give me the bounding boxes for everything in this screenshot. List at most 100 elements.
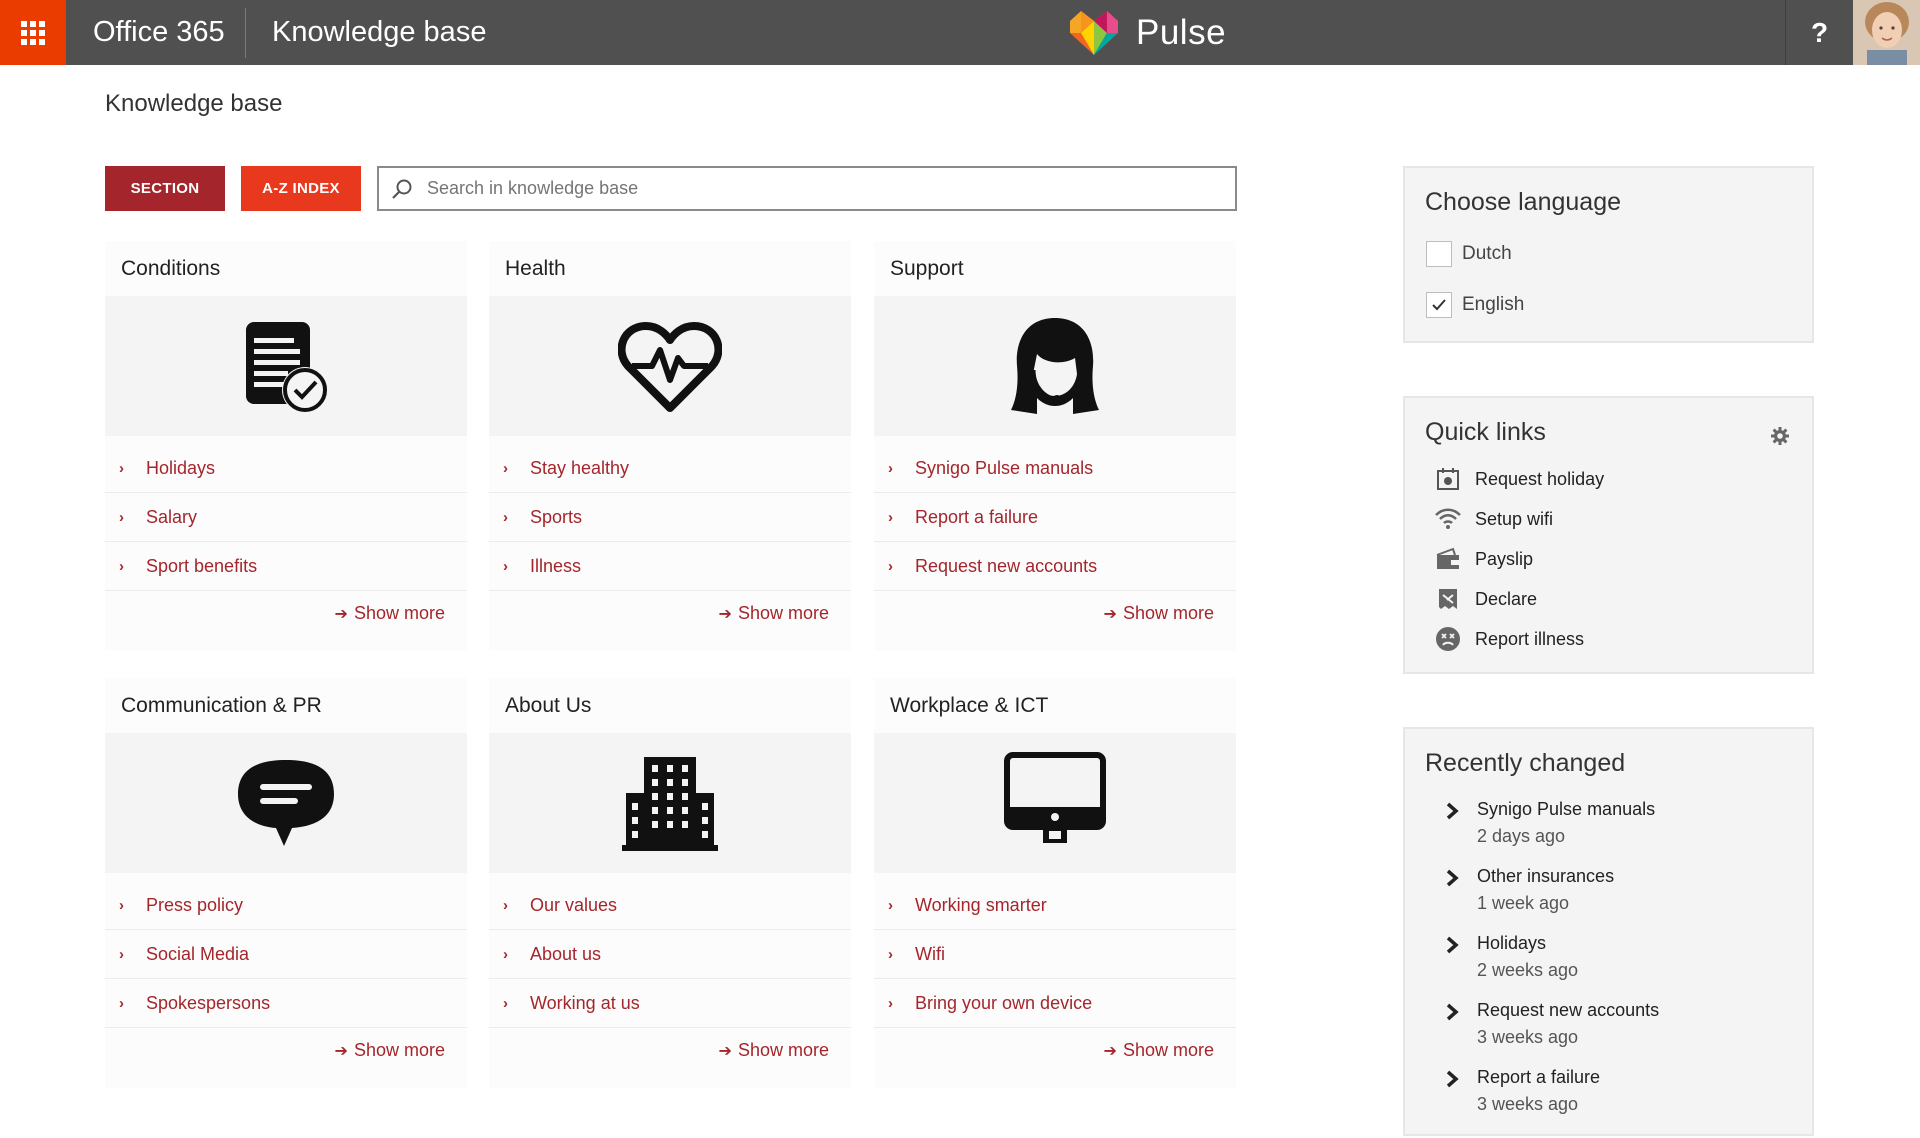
language-option-dutch[interactable]: Dutch <box>1426 241 1512 267</box>
card-communication: Communication & PR › Press policy › Soci… <box>105 678 467 1088</box>
header-divider <box>245 8 246 58</box>
app-launcher-button[interactable] <box>0 0 66 65</box>
language-label: English <box>1462 294 1525 315</box>
receipt-icon <box>1435 586 1461 612</box>
help-button[interactable]: ? <box>1786 0 1853 65</box>
card-link-label: Request new accounts <box>915 555 1098 576</box>
quick-link-setup-wifi[interactable]: Setup wifi <box>1435 506 1553 532</box>
checkmark-icon <box>1432 299 1446 311</box>
card-link[interactable]: › Spokespersons <box>105 979 467 1028</box>
card-link[interactable]: › Social Media <box>105 930 467 979</box>
card-link-label: Report a failure <box>915 506 1039 527</box>
panel-title: Recently changed <box>1425 749 1626 777</box>
quick-link-report-illness[interactable]: Report illness <box>1435 626 1584 652</box>
card-link[interactable]: › Synigo Pulse manuals <box>874 444 1236 493</box>
calendar-icon <box>1435 466 1461 492</box>
card-image <box>105 733 467 873</box>
wifi-icon <box>1435 506 1461 532</box>
recent-item-time: 2 days ago <box>1477 826 1566 846</box>
card-image <box>105 296 467 436</box>
chevron-right-icon <box>1446 1003 1459 1021</box>
quick-link-label: Declare <box>1475 588 1538 609</box>
arrow-right-icon: ➔ <box>334 605 348 623</box>
card-link[interactable]: › Sport benefits <box>105 542 467 591</box>
show-more-link[interactable]: ➔ Show more <box>1104 1040 1214 1061</box>
card-link[interactable]: › Request new accounts <box>874 542 1236 591</box>
card-link[interactable]: › Illness <box>489 542 851 591</box>
card-link-label: About us <box>530 943 602 964</box>
chevron-right-icon: › <box>503 994 508 1012</box>
show-more-label: Show more <box>737 603 829 623</box>
page-title: Knowledge base <box>105 90 283 117</box>
card-link[interactable]: › Bring your own device <box>874 979 1236 1028</box>
show-more-link[interactable]: ➔ Show more <box>335 1040 445 1061</box>
show-more-link[interactable]: ➔ Show more <box>335 603 445 624</box>
show-more-label: Show more <box>1122 1040 1214 1060</box>
card-link[interactable]: › Working at us <box>489 979 851 1028</box>
quick-links-panel: Quick links Request holiday Setup wifi P… <box>1403 396 1814 674</box>
chevron-right-icon: › <box>503 459 508 477</box>
arrow-right-icon: ➔ <box>718 605 732 623</box>
quick-link-request-holiday[interactable]: Request holiday <box>1435 466 1604 492</box>
panel-title: Choose language <box>1425 188 1621 216</box>
card-link-label: Sports <box>530 506 583 527</box>
quick-link-payslip[interactable]: Payslip <box>1435 546 1533 572</box>
chevron-right-icon: › <box>888 508 893 526</box>
card-link[interactable]: › Stay healthy <box>489 444 851 493</box>
card-link-label: Press policy <box>146 894 244 915</box>
card-conditions: Conditions › Holidays › Salary › Sport b… <box>105 241 467 651</box>
card-link-label: Bring your own device <box>915 992 1093 1013</box>
card-title[interactable]: Conditions <box>105 241 467 296</box>
app-title[interactable]: Office 365 <box>93 0 225 65</box>
recent-item-time: 1 week ago <box>1477 893 1570 913</box>
quick-link-label: Setup wifi <box>1475 508 1554 529</box>
card-link[interactable]: › Wifi <box>874 930 1236 979</box>
show-more-link[interactable]: ➔ Show more <box>719 603 829 624</box>
card-link[interactable]: › Salary <box>105 493 467 542</box>
chevron-right-icon: › <box>119 994 124 1012</box>
arrow-right-icon: ➔ <box>1103 605 1117 623</box>
show-more-label: Show more <box>353 1040 445 1060</box>
recent-item-title: Holidays <box>1477 933 1547 953</box>
gear-icon[interactable] <box>1770 426 1790 446</box>
card-title[interactable]: About Us <box>489 678 851 733</box>
avatar[interactable] <box>1853 0 1920 65</box>
chevron-right-icon <box>1446 869 1459 887</box>
chevron-right-icon: › <box>888 459 893 477</box>
card-link[interactable]: › Report a failure <box>874 493 1236 542</box>
card-link[interactable]: › About us <box>489 930 851 979</box>
card-link[interactable]: › Working smarter <box>874 881 1236 930</box>
card-link-label: Salary <box>146 506 198 527</box>
card-link-label: Spokespersons <box>146 992 271 1013</box>
language-label: Dutch <box>1462 243 1512 264</box>
card-title[interactable]: Support <box>874 241 1236 296</box>
checkbox[interactable] <box>1426 241 1452 267</box>
card-link-label: Working smarter <box>915 894 1047 915</box>
arrow-right-icon: ➔ <box>718 1042 732 1060</box>
brand[interactable]: Pulse <box>1068 8 1226 58</box>
card-link[interactable]: › Holidays <box>105 444 467 493</box>
site-title[interactable]: Knowledge base <box>272 0 486 65</box>
card-link-label: Illness <box>530 555 582 576</box>
show-more-link[interactable]: ➔ Show more <box>1104 603 1214 624</box>
card-link[interactable]: › Press policy <box>105 881 467 930</box>
language-option-english[interactable]: English <box>1426 292 1524 318</box>
show-more-link[interactable]: ➔ Show more <box>719 1040 829 1061</box>
show-more-label: Show more <box>353 603 445 623</box>
card-link[interactable]: › Our values <box>489 881 851 930</box>
card-title[interactable]: Health <box>489 241 851 296</box>
az-index-button[interactable]: A-Z INDEX <box>241 166 361 211</box>
chevron-right-icon: › <box>119 508 124 526</box>
search-input[interactable]: Search in knowledge base <box>377 166 1237 211</box>
quick-link-declare[interactable]: Declare <box>1435 586 1537 612</box>
section-button[interactable]: SECTION <box>105 166 225 211</box>
arrow-right-icon: ➔ <box>1103 1042 1117 1060</box>
checkbox-checked[interactable] <box>1426 292 1452 318</box>
recently-changed-panel: Recently changed Synigo Pulse manuals 2 … <box>1403 727 1814 1136</box>
chevron-right-icon: › <box>503 508 508 526</box>
card-link[interactable]: › Sports <box>489 493 851 542</box>
recent-item-title: Other insurances <box>1477 866 1615 886</box>
card-title[interactable]: Workplace & ICT <box>874 678 1236 733</box>
card-title[interactable]: Communication & PR <box>105 678 467 733</box>
chevron-right-icon: › <box>888 945 893 963</box>
